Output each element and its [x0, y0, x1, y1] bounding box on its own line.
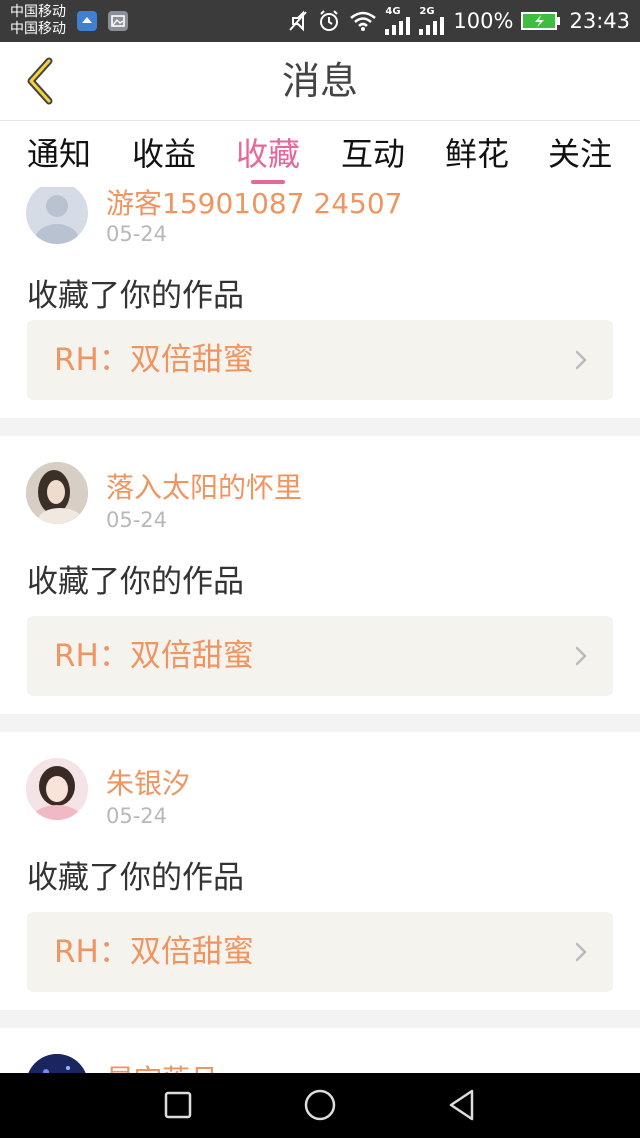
avatar[interactable]: [26, 1054, 88, 1073]
active-tab-indicator: [251, 180, 285, 184]
work-link[interactable]: RH：双倍甜蜜: [27, 912, 613, 992]
work-title: RH：双倍甜蜜: [54, 638, 254, 674]
message-date: 05-24: [106, 508, 168, 532]
carrier-labels: 中国移动 中国移动: [10, 4, 80, 38]
battery-percent: 100%: [453, 9, 514, 33]
chevron-right-icon: [575, 646, 587, 666]
circle-icon: [304, 1089, 336, 1121]
avatar[interactable]: [26, 187, 88, 244]
message-item: 游客15901087 24507 05-24 收藏了你的作品 RH：双倍甜蜜: [0, 187, 640, 418]
back-button[interactable]: [14, 56, 64, 106]
status-bar: 中国移动 中国移动 4G 2G 100% 23:43: [0, 0, 640, 42]
message-date: 05-24: [106, 222, 168, 246]
tab-notice[interactable]: 通知: [7, 121, 111, 187]
gallery-notification-icon: [108, 11, 128, 31]
carrier-2: 中国移动: [10, 21, 66, 37]
tab-earnings[interactable]: 收益: [112, 121, 216, 187]
network-type-1: 4G: [385, 6, 401, 17]
system-nav-bar: [0, 1073, 640, 1138]
message-list[interactable]: 游客15901087 24507 05-24 收藏了你的作品 RH：双倍甜蜜 落…: [0, 187, 640, 1073]
signal-4g: 4G: [385, 7, 411, 35]
mute-icon: [287, 9, 309, 33]
chevron-right-icon: [575, 350, 587, 370]
message-text: 收藏了你的作品: [27, 278, 244, 314]
home-button[interactable]: [300, 1085, 340, 1125]
back-nav-button[interactable]: [442, 1085, 482, 1125]
clock: 23:43: [569, 9, 630, 33]
message-item: 朱银汐 05-24 收藏了你的作品 RH：双倍甜蜜: [0, 732, 640, 1010]
work-link[interactable]: RH：双倍甜蜜: [27, 320, 613, 400]
tab-flowers[interactable]: 鲜花: [425, 121, 529, 187]
chevron-right-icon: [575, 942, 587, 962]
work-link[interactable]: RH：双倍甜蜜: [27, 616, 613, 696]
tab-interaction[interactable]: 互动: [321, 121, 425, 187]
wifi-icon: [349, 10, 377, 32]
username[interactable]: 落入太阳的怀里: [106, 466, 302, 506]
work-title: RH：双倍甜蜜: [54, 934, 254, 970]
page-title: 消息: [281, 59, 358, 103]
chevron-left-icon: [27, 57, 53, 105]
carrier-1: 中国移动: [10, 4, 66, 20]
work-title: RH：双倍甜蜜: [54, 342, 254, 378]
username[interactable]: 游客15901087 24507: [106, 187, 403, 222]
message-item: 星空落月: [0, 1028, 640, 1073]
username[interactable]: 朱银汐: [106, 762, 190, 802]
username[interactable]: 星空落月: [106, 1058, 218, 1073]
header: 消息: [0, 42, 640, 121]
triangle-back-icon: [449, 1089, 474, 1121]
recent-apps-button[interactable]: [158, 1085, 198, 1125]
alarm-icon: [317, 9, 341, 33]
signal-2g: 2G: [419, 7, 445, 35]
battery-icon: [521, 11, 561, 31]
tab-follow[interactable]: 关注: [528, 121, 632, 187]
avatar[interactable]: [26, 758, 88, 820]
network-type-2: 2G: [419, 6, 435, 17]
message-tabs: 通知 收益 收藏 互动 鲜花 关注: [0, 121, 640, 187]
square-icon: [164, 1091, 192, 1119]
message-date: 05-24: [106, 804, 168, 828]
tab-favorites[interactable]: 收藏: [216, 121, 320, 187]
app-notification-icon: [77, 11, 97, 31]
message-item: 落入太阳的怀里 05-24 收藏了你的作品 RH：双倍甜蜜: [0, 436, 640, 714]
message-text: 收藏了你的作品: [27, 860, 244, 896]
avatar[interactable]: [26, 462, 88, 524]
message-text: 收藏了你的作品: [27, 564, 244, 600]
